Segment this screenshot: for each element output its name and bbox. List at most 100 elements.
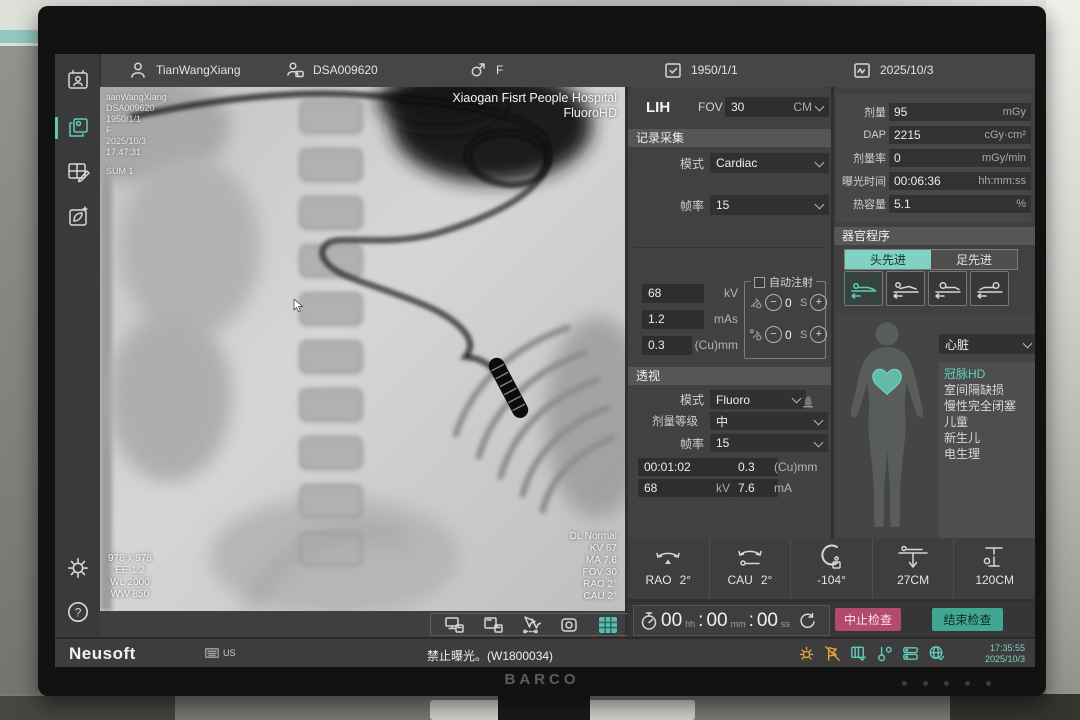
dose-level-value: 中 (716, 413, 728, 430)
dose-report-panel: 剂量95mGy DAP2215cGy·cm² 剂量率0mGy/min 曝光时间0… (836, 94, 1031, 222)
monitor-bezel: TianWangXiang DSA009620 F 1950/1/1 2025/… (38, 6, 1046, 696)
sidebar-item-help[interactable]: ? (65, 599, 91, 625)
screen-save-icon (444, 615, 464, 634)
record-section-header: 记录采集 (628, 129, 831, 147)
inject2-plus-button[interactable]: + (810, 326, 827, 343)
study-id: DSA009620 (313, 63, 378, 77)
inject1-minus-button[interactable]: − (765, 294, 782, 311)
position-button-4[interactable] (970, 271, 1009, 306)
sidebar-item-review[interactable] (65, 159, 91, 185)
fov-row: LIH FOV 30 CM (628, 95, 831, 119)
protocol-item[interactable]: 冠脉HD (944, 366, 1030, 382)
abort-exam-button[interactable]: 中止检查 (835, 608, 901, 631)
cu-unit: (Cu)mm (695, 338, 738, 352)
exam-date-icon (852, 60, 872, 80)
cu-row: 0.3 (Cu)mm (628, 335, 738, 355)
xray-image (100, 87, 625, 611)
fov-label: FOV (698, 100, 723, 114)
screen-save-button[interactable] (444, 616, 464, 634)
detector-check-icon (849, 644, 868, 663)
dose-field: 95mGy (889, 103, 1031, 121)
record-fps-row: 帧率 15 (628, 195, 831, 215)
body-region-value: 心脏 (945, 336, 969, 353)
birth-date: 1950/1/1 (691, 63, 738, 77)
inject1-plus-button[interactable]: + (810, 294, 827, 311)
exposure-time-label: 曝光时间 (836, 173, 886, 189)
pedal-icon (800, 392, 816, 408)
organ-program-header: 器官程序 (834, 227, 1035, 245)
protocol-item[interactable]: 电生理 (944, 446, 1030, 462)
auto-inject-label: 自动注射 (769, 274, 813, 290)
frame-save-button[interactable] (483, 616, 503, 634)
layout-grid-button[interactable] (598, 616, 618, 634)
chevron-down-icon (815, 199, 825, 209)
svg-text:?: ? (75, 605, 82, 619)
finish-exam-button[interactable]: 结束检查 (932, 608, 1003, 631)
heat-label: 热容量 (836, 196, 886, 212)
record-mode-select[interactable]: Cardiac (710, 153, 829, 173)
keyboard-layout[interactable]: US (205, 648, 236, 658)
protocol-item[interactable]: 新生儿 (944, 430, 1030, 446)
pointer-tool-button[interactable] (521, 616, 541, 634)
timer-minutes: 00 (706, 610, 727, 632)
position-button-1[interactable] (844, 271, 883, 306)
protocol-item[interactable]: 慢性完全闭塞 (944, 398, 1030, 414)
timer-reset-icon[interactable] (799, 612, 816, 630)
sidebar-item-report[interactable] (65, 204, 91, 230)
exam-date-item: 2025/10/3 (852, 54, 933, 85)
tab-feet-first[interactable]: 足先进 (931, 250, 1017, 269)
tab-head-first[interactable]: 头先进 (845, 250, 931, 269)
inject1-value: 0 (785, 296, 797, 310)
sidebar-item-settings[interactable] (65, 555, 91, 581)
calendar-check-icon (663, 60, 683, 80)
inject-row-2: − 0 S + (749, 326, 827, 343)
auto-inject-checkbox[interactable] (754, 277, 765, 288)
flag-off-icon (823, 644, 842, 663)
detector-mode: FluoroHD (452, 106, 617, 121)
acquisition-panel: LIH FOV 30 CM 记录采集 模式 Cardiac (628, 87, 831, 539)
monitor-buttons[interactable] (902, 681, 991, 686)
position-button-3[interactable] (928, 271, 967, 306)
inject-row-1: − 0 S + (749, 294, 827, 311)
fluoro-mode-select[interactable]: Fluoro (710, 390, 806, 409)
image-overlay-technique: DL NormalKV 67 MA 7.6FOV 30 RAO 2°CAU 2° (570, 531, 617, 603)
acquisition-icon (65, 115, 91, 141)
sid-distance-icon (980, 544, 1010, 570)
stopwatch-icon (640, 611, 658, 631)
protocol-item[interactable]: 室间隔缺损 (944, 382, 1030, 398)
fluoro-kv-field: 68kV (638, 479, 736, 497)
status-bar: Neusoft US 禁止曝光。(W1800034) 17:35:55 2025 (55, 637, 1035, 667)
c-arm-icon (816, 544, 846, 570)
exposure-warning: 禁止曝光。(W1800034) (427, 647, 553, 664)
sidebar-item-acquisition[interactable] (65, 115, 91, 141)
fluoro-cu-field: 0.3 (732, 458, 778, 476)
help-icon: ? (65, 599, 91, 625)
body-map[interactable] (839, 317, 936, 535)
mode-label: 模式 (680, 155, 704, 172)
fov-select[interactable]: 30 CM (725, 97, 829, 117)
monitor-stand (498, 694, 590, 720)
inject2-value: 0 (785, 328, 797, 342)
fluoro-dose-row: 剂量等级 中 (628, 412, 831, 430)
fluoro-fps-select[interactable]: 15 (710, 434, 828, 452)
body-region-select[interactable]: 心脏 (939, 334, 1035, 354)
inject2-minus-button[interactable]: − (765, 326, 782, 343)
chevron-down-icon (815, 157, 825, 167)
sidebar-item-patient[interactable] (65, 67, 91, 93)
fluoro-ma-field: 7.6 (732, 479, 778, 497)
desk-item-right (950, 694, 1080, 720)
fluoro-time-row: 00:01:02 0.3 (Cu)mm (628, 458, 831, 476)
protocol-item[interactable]: 儿童 (944, 414, 1030, 430)
chevron-down-icon (814, 415, 824, 425)
record-fps-select[interactable]: 15 (710, 195, 829, 215)
patient-head-right-prone-icon (975, 278, 1005, 300)
fluoro-cu-unit: (Cu)mm (774, 460, 817, 474)
dose-organ-panel: 剂量95mGy DAP2215cGy·cm² 剂量率0mGy/min 曝光时间0… (834, 87, 1035, 539)
dose-level-select[interactable]: 中 (710, 412, 828, 430)
heat-field: 5.1% (889, 195, 1031, 213)
snapshot-button[interactable] (559, 616, 579, 634)
syringe-contrast-icon (749, 328, 762, 341)
exam-timer: 00hh : 00mm : 00ss (633, 605, 830, 636)
larm-readout: -104° (790, 539, 872, 599)
position-button-2[interactable] (886, 271, 925, 306)
